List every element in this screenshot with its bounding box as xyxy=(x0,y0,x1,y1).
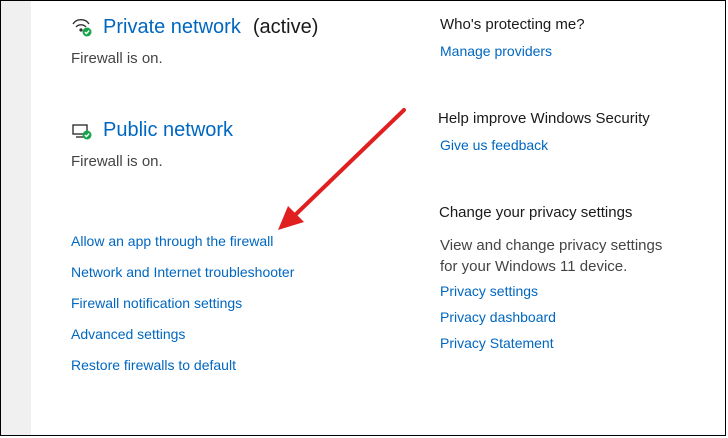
privacy-settings-link[interactable]: Privacy settings xyxy=(440,283,538,299)
manage-providers-link[interactable]: Manage providers xyxy=(440,43,552,59)
restore-defaults-link[interactable]: Restore firewalls to default xyxy=(71,357,236,373)
notification-settings-link[interactable]: Firewall notification settings xyxy=(71,295,242,311)
left-nav-strip xyxy=(1,1,31,435)
privacy-dashboard-link[interactable]: Privacy dashboard xyxy=(440,309,556,325)
feedback-link[interactable]: Give us feedback xyxy=(440,137,548,153)
public-network-icon xyxy=(71,121,93,141)
public-network-row[interactable]: Public network xyxy=(71,119,233,142)
privacy-description: View and change privacy settings for you… xyxy=(440,237,663,275)
allow-app-link[interactable]: Allow an app through the firewall xyxy=(71,233,273,249)
private-network-title[interactable]: Private network xyxy=(103,16,241,39)
private-firewall-status: Firewall is on. xyxy=(71,50,163,67)
private-network-icon xyxy=(71,18,93,38)
private-network-row[interactable]: Private network (active) xyxy=(71,16,318,39)
public-firewall-status: Firewall is on. xyxy=(71,153,163,170)
active-label: (active) xyxy=(252,16,319,38)
troubleshooter-link[interactable]: Network and Internet troubleshooter xyxy=(71,264,294,280)
privacy-heading: Change your privacy settings xyxy=(439,204,633,221)
annotation-arrow-icon xyxy=(278,108,406,230)
public-network-title[interactable]: Public network xyxy=(103,119,233,142)
advanced-settings-link[interactable]: Advanced settings xyxy=(71,326,185,342)
protecting-heading: Who's protecting me? xyxy=(440,16,585,33)
privacy-statement-link[interactable]: Privacy Statement xyxy=(440,335,554,351)
improve-heading: Help improve Windows Security xyxy=(438,110,650,127)
